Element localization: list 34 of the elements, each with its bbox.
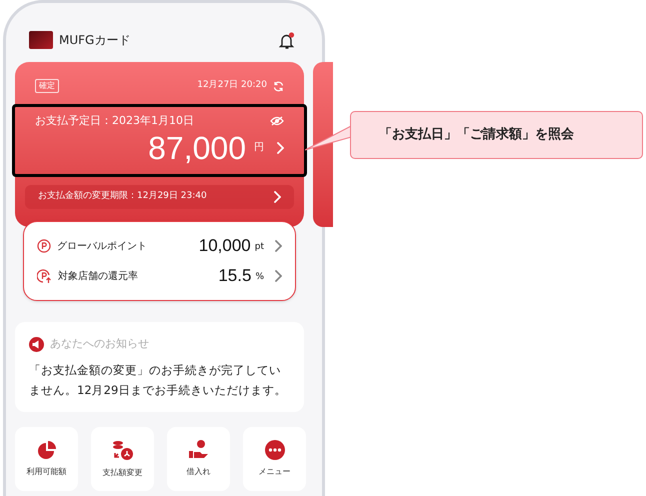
points-label: 対象店舗の還元率 <box>58 270 138 284</box>
card-thumbnail <box>29 31 53 49</box>
notice-text: 「お支払金額の変更」のお手続きが完了していません。12月29日までお手続きいただけます。 <box>29 362 288 398</box>
quick-action-button[interactable]: メニュー <box>243 427 306 491</box>
quick-action-button[interactable]: 利用可能額 <box>15 427 78 491</box>
notice-title: あなたへのお知らせ <box>50 336 149 352</box>
more-icon <box>264 440 284 460</box>
due-date: お支払予定日：2023年1月10日 <box>35 113 194 129</box>
point-icon <box>37 239 51 253</box>
point-up-icon <box>37 268 52 284</box>
chevron-icon <box>276 142 284 154</box>
points-label: グローバルポイント <box>57 240 147 254</box>
app-title: MUFGカード <box>59 32 130 49</box>
bell-icon[interactable] <box>279 32 295 48</box>
chevron-icon <box>274 240 282 252</box>
currency: 円 <box>254 141 264 155</box>
pie-chart-icon <box>36 440 56 460</box>
chevron-icon <box>274 270 282 282</box>
quick-action-button[interactable]: 支払額変更 <box>91 427 154 491</box>
points-unit: pt <box>254 241 264 254</box>
status-badge: 確定 <box>35 79 59 93</box>
points-unit: % <box>255 271 264 284</box>
quick-action-button[interactable]: 借入れ <box>167 427 230 491</box>
chevron-icon <box>273 191 281 203</box>
amount: 87,000 <box>148 128 246 168</box>
hand-with-coin-icon <box>188 440 210 460</box>
megaphone-icon <box>29 336 44 352</box>
refresh-icon[interactable] <box>273 80 284 92</box>
updated-time: 12月27日 20:20 <box>197 79 267 92</box>
points-value: 15.5 <box>218 266 252 286</box>
coins-exchange-icon <box>112 439 134 461</box>
eye-icon[interactable] <box>270 116 284 126</box>
points-value: 10,000 <box>198 236 251 256</box>
change-deadline-bar[interactable]: お支払金額の変更期限：12月29日 23:40 <box>25 185 294 209</box>
